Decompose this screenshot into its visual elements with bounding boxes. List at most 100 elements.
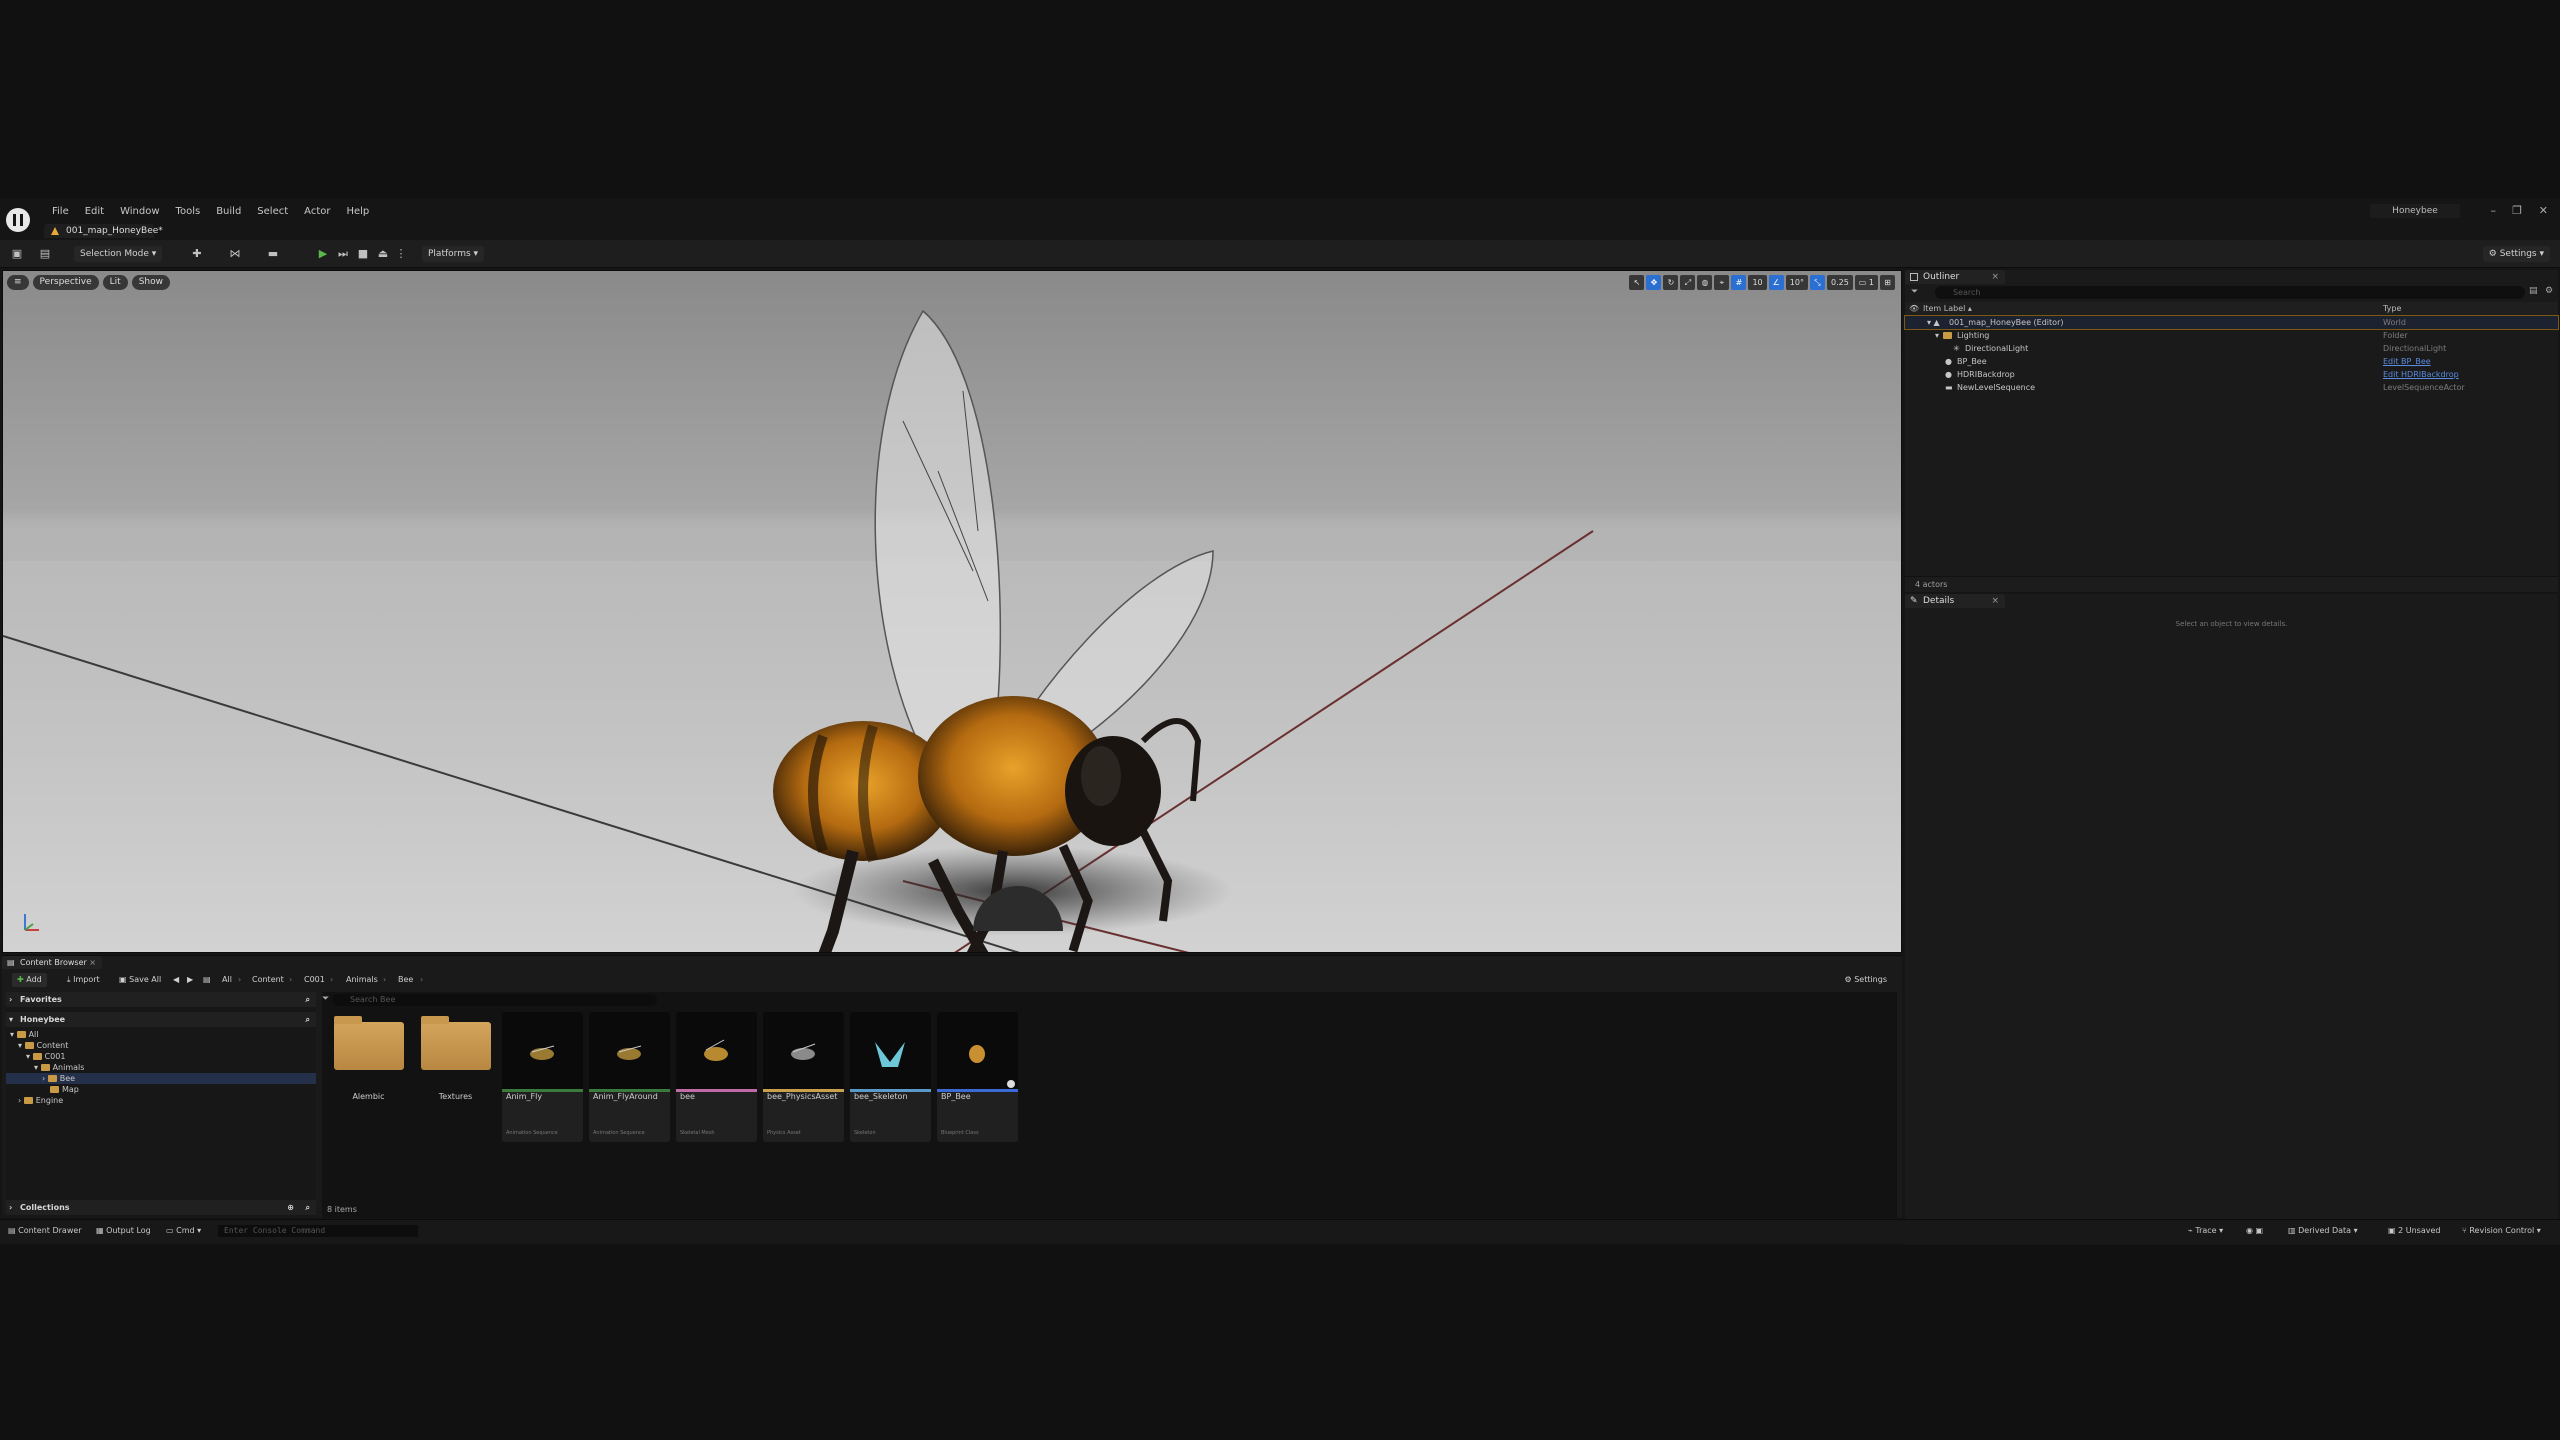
tree-all[interactable]: ▾ All (6, 1029, 316, 1040)
outliner-row-world[interactable]: ▾ ▲ 001_map_HoneyBee (Editor) World (1904, 315, 2559, 330)
outliner-row-hdri-backdrop[interactable]: ● HDRIBackdrop Edit HDRIBackdrop (1905, 368, 2558, 381)
asset-anim-flyaround[interactable]: Anim_FlyAround Animation Sequence (589, 1012, 670, 1142)
asset-search-input[interactable]: Search Bee (332, 994, 657, 1006)
scale-tool-icon[interactable]: ⤢ (1680, 275, 1696, 290)
import-button[interactable]: ⤓ Import (62, 973, 105, 987)
rotate-tool-icon[interactable]: ↻ (1663, 275, 1679, 290)
content-browser-tab[interactable]: ▤ Content Browser × (2, 956, 102, 969)
filter-icon[interactable]: ⏷ (1911, 287, 1918, 297)
breadcrumb-animals[interactable]: Animals (346, 973, 378, 987)
asset-bee-physics[interactable]: bee_PhysicsAsset Physics Asset (763, 1012, 844, 1142)
play-options-icon[interactable]: ⋮ (394, 247, 408, 261)
collections-header[interactable]: › Collections ⊕ ⌕ (6, 1200, 316, 1215)
camera-speed-button[interactable]: ▭ 1 (1854, 275, 1878, 290)
surface-snap-icon[interactable]: ⌖ (1714, 275, 1730, 290)
tree-content[interactable]: ▾ Content (6, 1040, 316, 1051)
level-viewport[interactable]: ≡ Perspective Lit Show ↖ ✥ ↻ ⤢ ◍ ⌖ # 10 … (2, 270, 1902, 953)
unsaved-button[interactable]: ▣ 2 Unsaved (2388, 1225, 2440, 1237)
menu-build[interactable]: Build (208, 206, 249, 217)
tree-animals[interactable]: ▾ Animals (6, 1062, 316, 1073)
grid-snap-toggle[interactable]: # (1731, 275, 1747, 290)
close-tab-icon[interactable]: × (89, 956, 96, 969)
select-tool-icon[interactable]: ↖ (1629, 275, 1645, 290)
revision-control-button[interactable]: ⑂ Revision Control ▾ (2462, 1225, 2541, 1237)
close-window-icon[interactable]: ✕ (2539, 204, 2548, 217)
menu-tools[interactable]: Tools (168, 206, 209, 217)
asset-bee-mesh[interactable]: bee Skeletal Mesh (676, 1012, 757, 1142)
folder-nav-icon[interactable]: ▤ (198, 973, 216, 987)
content-drawer-button[interactable]: ▤ Content Drawer (8, 1225, 82, 1237)
blueprint-icon[interactable]: ⋈ (228, 247, 242, 261)
outliner-settings-icon[interactable]: ⚙ (2545, 286, 2553, 296)
rotation-snap-toggle[interactable]: ∠ (1768, 275, 1784, 290)
breadcrumb-all[interactable]: All (222, 973, 232, 987)
outliner-row-directional-light[interactable]: ✳ DirectionalLight DirectionalLight (1905, 342, 2558, 355)
rotation-snap-value[interactable]: 10° (1785, 275, 1808, 290)
stop-icon[interactable]: ■ (356, 247, 370, 261)
show-button[interactable]: Show (131, 275, 171, 290)
edit-hdri-backdrop-link[interactable]: Edit HDRIBackdrop (2383, 368, 2459, 381)
add-collection-icon[interactable]: ⊕ (287, 1200, 294, 1215)
menu-actor[interactable]: Actor (296, 206, 338, 217)
scale-snap-value[interactable]: 0.25 (1826, 275, 1853, 290)
menu-help[interactable]: Help (338, 206, 377, 217)
search-icon[interactable]: ⌕ (306, 1200, 310, 1215)
derived-data-button[interactable]: ▥ Derived Data ▾ (2288, 1225, 2358, 1237)
selection-mode-dropdown[interactable]: Selection Mode ▾ (74, 246, 163, 262)
project-header[interactable]: ▾ Honeybee ⌕ (6, 1012, 316, 1027)
col-type[interactable]: Type (2383, 302, 2401, 315)
tree-engine[interactable]: › Engine (6, 1095, 316, 1106)
asset-folder-textures[interactable]: Textures (415, 1012, 496, 1142)
asset-bee-skeleton[interactable]: bee_Skeleton Skeleton (850, 1012, 931, 1142)
search-icon[interactable]: ⌕ (306, 992, 310, 1007)
visibility-icon[interactable]: 👁 (1909, 302, 1919, 315)
unreal-logo-icon[interactable] (6, 208, 30, 232)
content-icon[interactable]: ▤ (38, 247, 52, 261)
restore-icon[interactable]: ❐ (2512, 204, 2522, 217)
console-input[interactable]: Enter Console Command (218, 1225, 418, 1237)
translate-tool-icon[interactable]: ✥ (1646, 275, 1662, 290)
save-all-button[interactable]: ▣ Save All (114, 973, 166, 987)
menu-window[interactable]: Window (112, 206, 167, 217)
maximize-viewport-icon[interactable]: ⊞ (1880, 275, 1895, 290)
lit-button[interactable]: Lit (102, 275, 128, 290)
filter-icon[interactable]: ⏷ (322, 994, 329, 1004)
asset-folder-alembic[interactable]: Alembic (328, 1012, 409, 1142)
tree-c001[interactable]: ▾ C001 (6, 1051, 316, 1062)
minimize-icon[interactable]: – (2491, 204, 2497, 217)
add-button[interactable]: ✚ Add (12, 973, 47, 987)
outliner-row-lighting[interactable]: ▾ Lighting Folder (1905, 329, 2558, 342)
search-icon[interactable]: ⌕ (306, 1012, 310, 1027)
breadcrumb-c001[interactable]: C001 (304, 973, 325, 987)
menu-edit[interactable]: Edit (77, 206, 112, 217)
grid-snap-value[interactable]: 10 (1748, 275, 1767, 290)
breadcrumb-bee[interactable]: Bee (398, 973, 413, 987)
edit-bp-bee-link[interactable]: Edit BP_Bee (2383, 355, 2431, 368)
world-space-icon[interactable]: ◍ (1697, 275, 1713, 290)
forward-icon[interactable]: ▶ (182, 973, 198, 987)
outliner-row-level-sequence[interactable]: ▬ NewLevelSequence LevelSequenceActor (1905, 381, 2558, 394)
tree-map[interactable]: Map (6, 1084, 316, 1095)
close-tab-icon[interactable]: × (1991, 270, 1999, 284)
outliner-row-bp-bee[interactable]: ● BP_Bee Edit BP_Bee (1905, 355, 2558, 368)
close-tab-icon[interactable]: × (1991, 594, 1999, 608)
perspective-button[interactable]: Perspective (32, 275, 99, 290)
cmd-dropdown[interactable]: ▭ Cmd ▾ (166, 1225, 201, 1237)
breadcrumb-content[interactable]: Content (252, 973, 284, 987)
outliner-search-input[interactable]: Search (1935, 286, 2525, 299)
add-folder-icon[interactable]: ▤ (2529, 286, 2538, 296)
record-icon[interactable]: ◉ ▣ (2246, 1225, 2263, 1237)
outliner-tab[interactable]: Outliner × (1905, 270, 2005, 284)
add-actor-icon[interactable]: ✚ (190, 247, 204, 261)
output-log-button[interactable]: ▦ Output Log (96, 1225, 151, 1237)
save-icon[interactable]: ▣ (10, 247, 24, 261)
details-tab[interactable]: ✎ Details × (1905, 594, 2005, 608)
favorites-header[interactable]: › Favorites ⌕ (6, 992, 316, 1007)
cb-settings-button[interactable]: ⚙ Settings (1839, 973, 1892, 987)
level-tab[interactable]: 001_map_HoneyBee* (44, 224, 163, 238)
eject-icon[interactable]: ⏏ (376, 247, 390, 261)
play-icon[interactable]: ▶ (316, 247, 330, 261)
scale-snap-toggle[interactable]: ⤡ (1809, 275, 1825, 290)
menu-select[interactable]: Select (249, 206, 296, 217)
trace-dropdown[interactable]: ⌁ Trace ▾ (2188, 1225, 2223, 1237)
